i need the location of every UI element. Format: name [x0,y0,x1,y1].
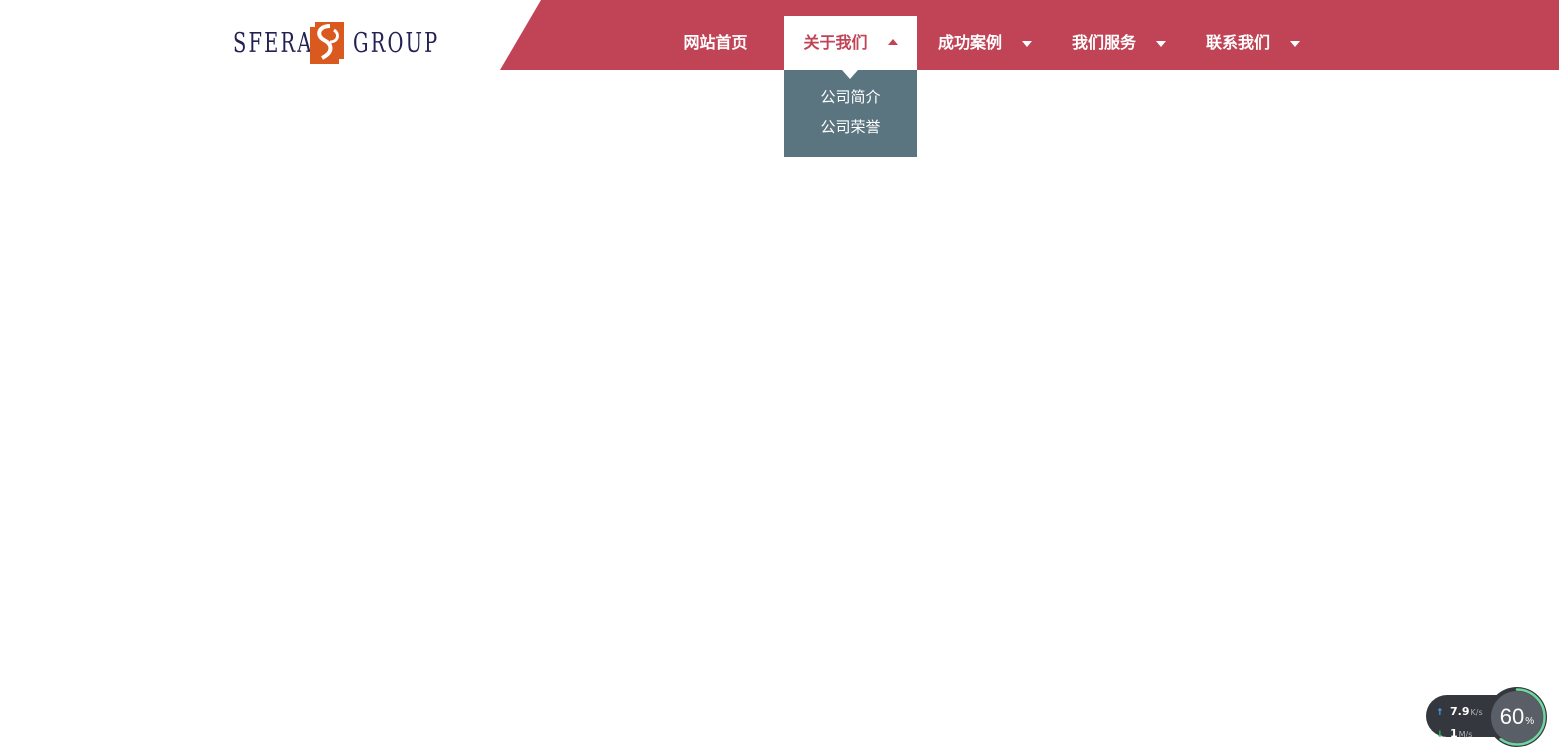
nav-item-cases[interactable]: 成功案例 [926,16,1044,70]
site-header: SFERA GROUP 网站首页 关于我们 成功案例 我们服务 联系我们 [0,0,1559,70]
nav-item-label: 我们服务 [1071,33,1136,52]
dropdown-pointer [842,70,858,79]
caret-down-icon [1156,41,1166,47]
nav-item-label: 联系我们 [1205,33,1270,52]
download-arrow-icon: ↓ [1436,730,1444,740]
download-unit: M/s [1458,730,1473,739]
nav-item-contact[interactable]: 联系我们 [1194,16,1312,70]
download-value: 1 [1450,727,1458,740]
network-speed-widget[interactable]: ↑ 7.9 K/s ↓ 1 M/s 60% [1426,686,1548,748]
usage-percent-value: 60 [1499,704,1525,729]
nav-item-label: 成功案例 [937,33,1002,52]
upload-value: 7.9 [1450,705,1470,718]
logo[interactable]: SFERA GROUP [233,20,437,66]
caret-down-icon [1290,41,1300,47]
download-speed: ↓ 1 M/s [1436,727,1472,740]
caret-up-icon [887,39,898,45]
upload-arrow-icon: ↑ [1436,708,1444,718]
nav-item-label: 关于我们 [803,33,868,52]
usage-percent: 60% [1486,686,1548,748]
usage-percent-sign: % [1525,715,1535,727]
logo-text-left: SFERA [233,28,314,59]
logo-mark-icon [308,20,346,66]
caret-down-icon [1022,41,1032,47]
upload-speed: ↑ 7.9 K/s [1436,705,1483,718]
about-dropdown-menu: 公司简介 公司荣誉 [784,70,917,157]
upload-unit: K/s [1470,708,1483,717]
dropdown-item-company-profile[interactable]: 公司简介 [784,87,917,107]
nav-item-label: 网站首页 [683,33,748,52]
dropdown-item-company-honors[interactable]: 公司荣誉 [784,117,917,137]
nav-item-home[interactable]: 网站首页 [665,16,766,70]
logo-text-right: GROUP [353,28,440,59]
nav-item-services[interactable]: 我们服务 [1060,16,1178,70]
nav-item-about[interactable]: 关于我们 [784,16,917,70]
